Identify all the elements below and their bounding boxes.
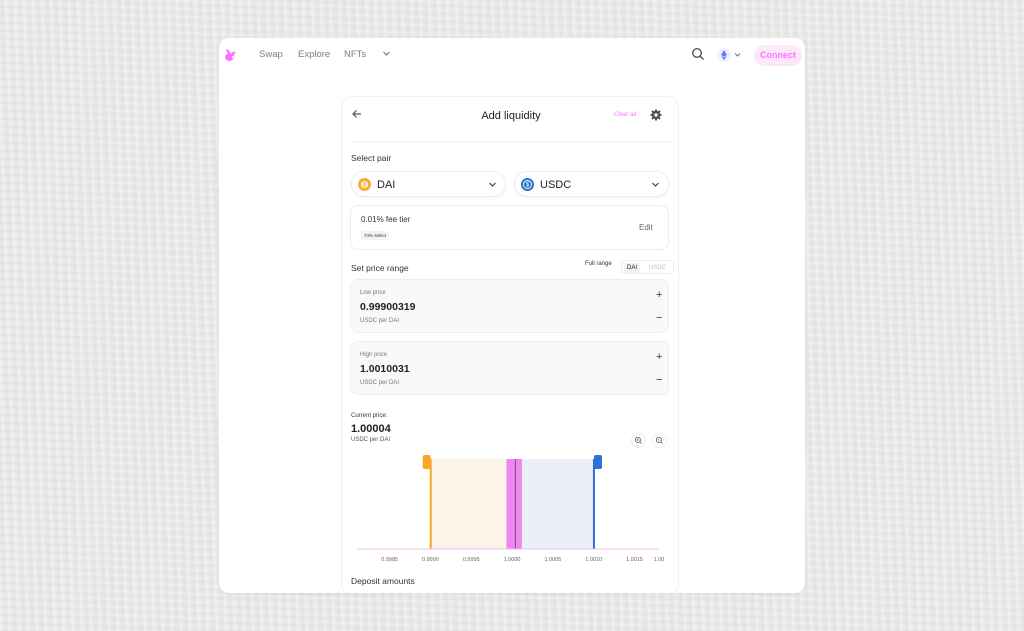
plus-icon[interactable]: + — [656, 352, 662, 363]
usdc-icon: $ — [521, 178, 534, 191]
minus-icon[interactable]: − — [656, 375, 662, 386]
nav-nfts[interactable]: NFTs — [344, 49, 366, 60]
range-fill-high — [515, 459, 594, 549]
x-tick-label: 1.0015 — [626, 557, 643, 563]
top-nav: Swap Explore NFTs Connect — [219, 38, 805, 72]
select-pair-label: Select pair — [351, 153, 392, 163]
range-fill-low — [430, 459, 516, 549]
dai-icon — [358, 178, 371, 191]
x-tick-label: 1.0005 — [544, 557, 561, 563]
connect-button[interactable]: Connect — [754, 45, 802, 66]
chevron-down-icon — [651, 180, 660, 191]
token-b-select[interactable]: $ USDC — [514, 171, 669, 197]
price-range-chart[interactable]: 0.9985 0.9990 0.9995 1.0000 1.0005 1.0010 1.00… — [342, 451, 680, 571]
app-window: Swap Explore NFTs Connect Add liquidity … — [219, 38, 805, 593]
nav-swap[interactable]: Swap — [259, 49, 283, 60]
high-price-input[interactable]: 1.0010031 — [360, 363, 410, 375]
gear-icon[interactable] — [650, 109, 662, 121]
chevron-down-icon[interactable] — [382, 49, 391, 60]
low-price-box: Low price 0.99900319 USDC per DAI + − — [350, 279, 669, 333]
fee-select-badge: 74% select — [361, 231, 390, 240]
token-a-select[interactable]: DAI — [351, 171, 506, 197]
minus-icon[interactable]: − — [656, 313, 662, 324]
token-a-name: DAI — [377, 179, 396, 191]
uniswap-logo[interactable] — [223, 47, 239, 63]
current-price-value: 1.00004 — [351, 423, 391, 435]
plus-icon[interactable]: + — [656, 290, 662, 301]
zoom-in-icon[interactable] — [631, 433, 646, 448]
low-range-handle — [422, 455, 431, 469]
clear-all-button[interactable]: Clear all — [614, 112, 636, 118]
current-price-label: Current price: — [351, 413, 388, 419]
fee-tier-label: 0.01% fee tier — [361, 215, 411, 224]
x-tick-label: 0.9995 — [463, 557, 480, 563]
x-tick-label: 1.0010 — [585, 557, 602, 563]
low-price-unit: USDC per DAI — [360, 318, 400, 324]
x-tick-label: 1.0000 — [504, 557, 521, 563]
high-price-unit: USDC per DAI — [360, 380, 400, 386]
chevron-down-icon — [488, 180, 497, 191]
toggle-usdc[interactable]: USDC — [646, 263, 669, 273]
deposit-amounts-label: Deposit amounts — [351, 576, 415, 586]
high-price-box: High price 1.0010031 USDC per DAI + − — [350, 341, 669, 395]
nav-explore[interactable]: Explore — [298, 49, 330, 60]
zoom-out-icon[interactable] — [652, 433, 667, 448]
x-tick-label: 0.9990 — [422, 557, 439, 563]
token-toggle: DAI USDC — [621, 260, 674, 274]
ethereum-icon[interactable] — [717, 47, 745, 63]
edit-fee-button[interactable]: Edit — [639, 223, 653, 232]
token-b-name: USDC — [540, 179, 572, 191]
toggle-dai[interactable]: DAI — [624, 263, 641, 273]
low-price-input[interactable]: 0.99900319 — [360, 301, 415, 313]
current-price-unit: USDC per DAI — [351, 437, 391, 443]
add-liquidity-card: Add liquidity Clear all Select pair DAI … — [341, 96, 679, 593]
set-price-range-label: Set price range — [351, 263, 409, 273]
search-icon[interactable] — [691, 47, 705, 61]
liquidity-bar — [506, 459, 522, 549]
x-tick-label: 0.9985 — [381, 557, 398, 563]
high-price-label: High price — [360, 352, 388, 358]
full-range-button[interactable]: Full range — [585, 261, 612, 267]
high-range-handle — [593, 455, 602, 469]
fee-tier-box: 0.01% fee tier 74% select Edit — [350, 205, 669, 250]
header-divider — [350, 141, 670, 142]
x-tick-label: 1.00 — [654, 557, 665, 563]
low-price-label: Low price — [360, 290, 386, 296]
